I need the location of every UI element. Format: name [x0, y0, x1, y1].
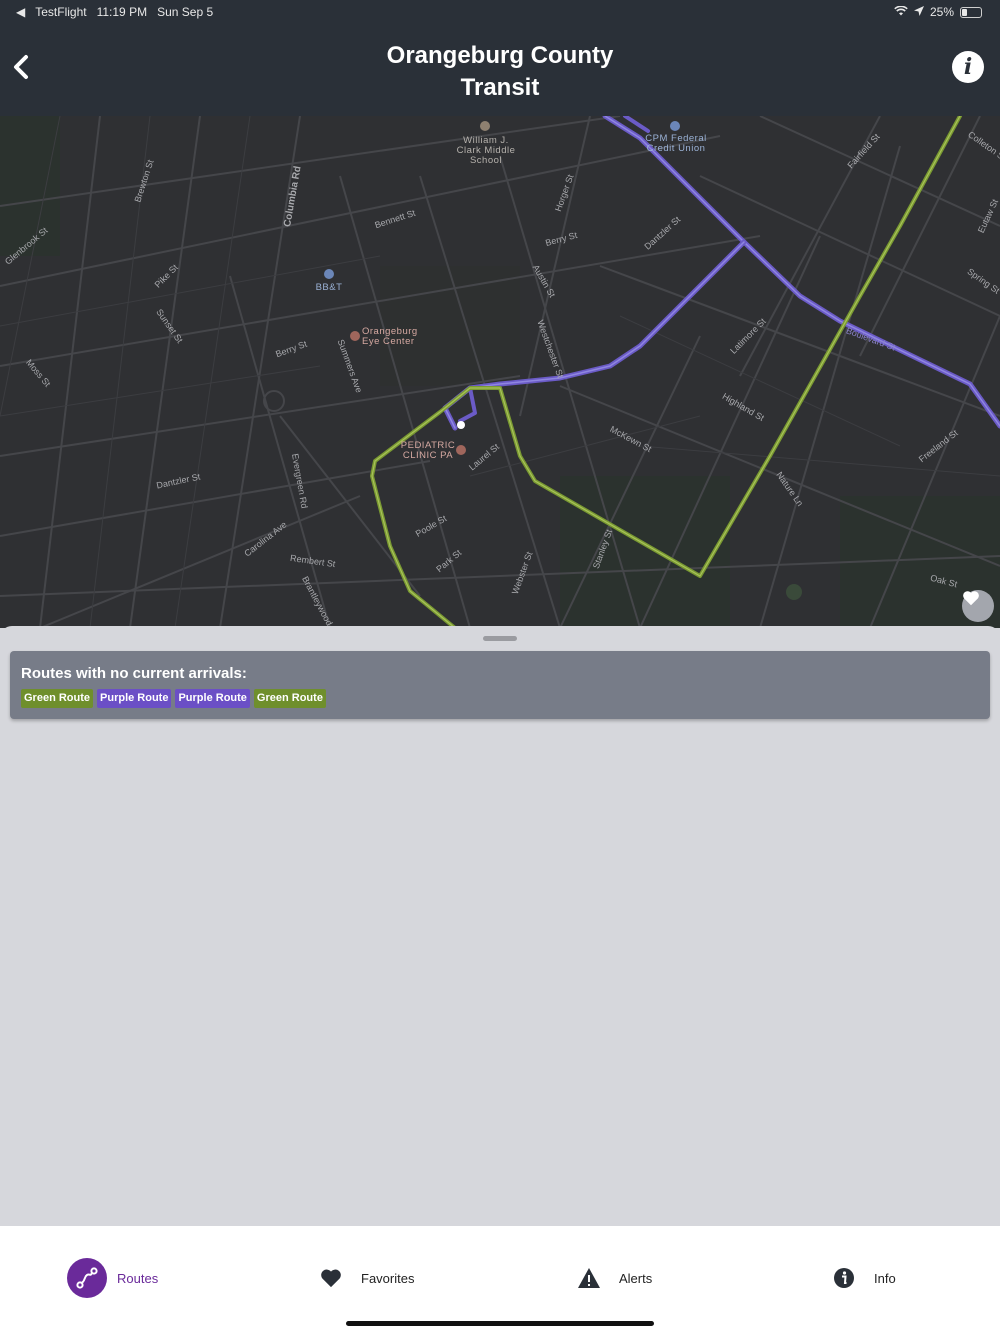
heart-icon [311, 1258, 351, 1298]
home-indicator[interactable] [346, 1321, 654, 1326]
back-to-app-icon[interactable]: ◀ [16, 5, 25, 19]
map-favorite-button[interactable] [962, 590, 994, 622]
info-icon [824, 1258, 864, 1298]
route-chip-purple[interactable]: Purple Route [97, 689, 172, 708]
status-time: 11:19 PM [96, 5, 148, 19]
wifi-icon [894, 5, 908, 19]
current-location-dot [457, 421, 465, 429]
poi-clinic-label: PEDIATRIC CLINIC PA [400, 440, 456, 461]
tab-info-label: Info [874, 1270, 896, 1286]
page-title-line1: Orangeburg County [386, 42, 614, 69]
location-arrow-icon [913, 5, 924, 19]
battery-icon [960, 6, 982, 18]
navigation-bar: ◀ TestFlight 11:19 PM Sun Sep 5 25% Oran… [0, 0, 1000, 116]
route-chips: Green Route Purple Route Purple Route Gr… [21, 689, 326, 708]
no-arrivals-card: Routes with no current arrivals: Green R… [10, 651, 990, 719]
map-canvas [0, 116, 1000, 628]
map-view[interactable]: William J. Clark Middle School CPM Feder… [0, 116, 1000, 628]
tab-routes[interactable]: Routes [67, 1258, 158, 1298]
poi-bank-label: BB&T [315, 282, 343, 293]
tab-alerts-label: Alerts [619, 1270, 653, 1286]
poi-eye-center[interactable]: Orangeburg Eye Center [362, 327, 432, 347]
battery-percent: 25% [929, 5, 954, 19]
route-chip-green[interactable]: Green Route [21, 689, 94, 708]
status-carrier[interactable]: TestFlight [35, 5, 86, 19]
status-date: Sun Sep 5 [157, 5, 214, 19]
poi-credit-union[interactable]: CPM Federal Credit Union [636, 134, 716, 154]
heart-icon [963, 591, 979, 606]
tab-bar: Routes Favorites Alerts Info [0, 1226, 1000, 1334]
route-icon [67, 1258, 107, 1298]
tab-info[interactable]: Info [824, 1258, 896, 1298]
poi-clinic[interactable]: PEDIATRIC CLINIC PA [398, 441, 458, 461]
poi-bank[interactable]: BB&T [309, 283, 349, 293]
route-chip-purple[interactable]: Purple Route [175, 689, 250, 708]
no-arrivals-heading: Routes with no current arrivals: [21, 665, 247, 682]
page-title: Orangeburg County Transit [0, 40, 1000, 104]
tab-favorites-label: Favorites [361, 1270, 415, 1286]
poi-eye-center-label: Orangeburg Eye Center [362, 326, 418, 347]
tab-routes-label: Routes [117, 1270, 159, 1286]
tab-favorites[interactable]: Favorites [311, 1258, 414, 1298]
status-bar: ◀ TestFlight 11:19 PM Sun Sep 5 25% [0, 0, 1000, 24]
tab-alerts[interactable]: Alerts [569, 1258, 652, 1298]
page-title-line2: Transit [460, 74, 540, 101]
poi-school[interactable]: William J. Clark Middle School [446, 136, 526, 166]
info-icon: i [963, 54, 973, 80]
poi-credit-union-label: CPM Federal Credit Union [645, 133, 707, 154]
info-button[interactable]: i [952, 51, 984, 83]
poi-school-label: William J. Clark Middle School [456, 135, 516, 166]
bottom-sheet: Routes with no current arrivals: Green R… [0, 626, 1000, 1226]
route-chip-green[interactable]: Green Route [253, 689, 326, 708]
warning-icon [569, 1258, 609, 1298]
sheet-grabber[interactable] [483, 636, 517, 641]
